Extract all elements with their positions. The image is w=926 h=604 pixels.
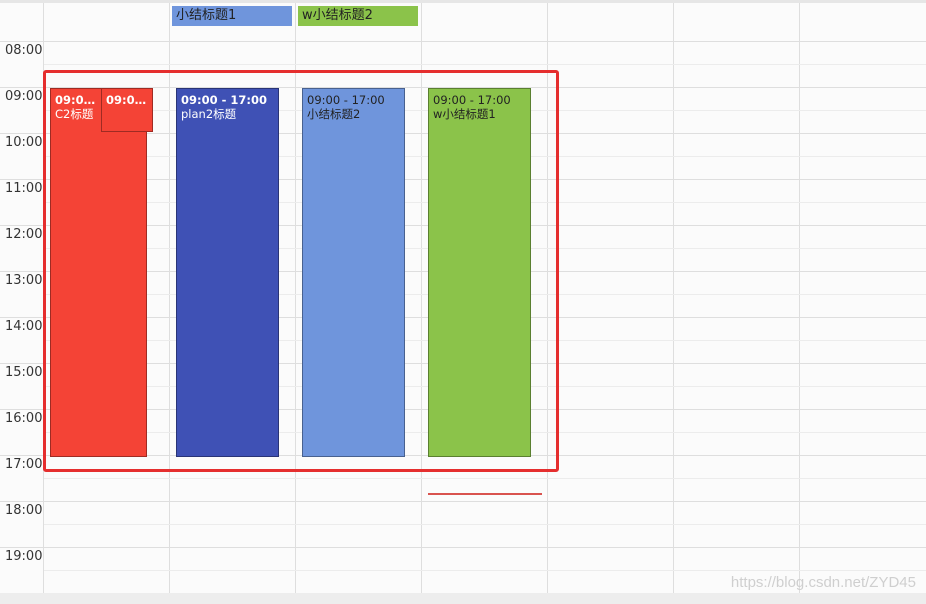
grid-hour-line	[0, 547, 926, 548]
grid-half-hour-line	[44, 478, 926, 479]
time-label-1300: 13:00	[5, 273, 43, 288]
time-label-1900: 19:00	[5, 549, 43, 564]
watermark-text: https://blog.csdn.net/ZYD45	[730, 574, 916, 591]
grid-column-line	[799, 3, 800, 593]
time-label-0800: 08:00	[5, 43, 43, 58]
highlight-annotation-box	[43, 70, 559, 472]
time-label-1000: 10:00	[5, 135, 43, 150]
time-label-0900: 09:00	[5, 89, 43, 104]
time-label-1500: 15:00	[5, 365, 43, 380]
current-time-indicator	[428, 493, 542, 495]
grid-hour-line	[0, 501, 926, 502]
time-label-1600: 16:00	[5, 411, 43, 426]
all-day-event-2[interactable]: w小结标题2	[298, 6, 418, 26]
grid-half-hour-line	[44, 570, 926, 571]
time-label-1800: 18:00	[5, 503, 43, 518]
grid-hour-line	[0, 41, 926, 42]
time-label-1200: 12:00	[5, 227, 43, 242]
calendar-week-view: 小结标题1 w小结标题2 08:00 09:00 10:00 11:00 12:…	[0, 0, 926, 604]
time-label-1400: 14:00	[5, 319, 43, 334]
grid-column-line	[673, 3, 674, 593]
all-day-event-1[interactable]: 小结标题1	[172, 6, 292, 26]
grid-half-hour-line	[44, 524, 926, 525]
time-label-1100: 11:00	[5, 181, 43, 196]
grid-half-hour-line	[44, 64, 926, 65]
calendar-bottom-border	[0, 593, 926, 604]
time-label-1700: 17:00	[5, 457, 43, 472]
